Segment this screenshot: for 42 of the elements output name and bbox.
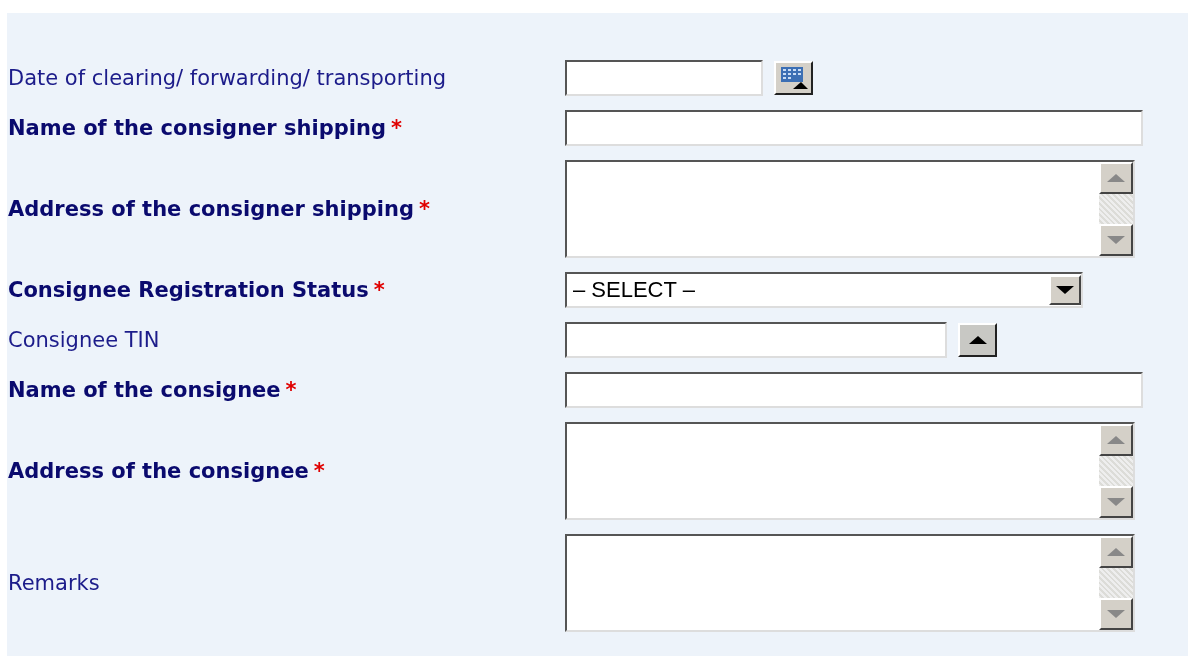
down-arrow-icon: [1107, 610, 1125, 618]
date-input[interactable]: [565, 60, 763, 96]
dropdown-button[interactable]: [1049, 275, 1081, 305]
field-label: Date of clearing/ forwarding/ transporting: [8, 66, 447, 90]
down-arrow-icon: [1056, 286, 1074, 294]
textarea-field[interactable]: [565, 160, 1135, 258]
textarea-field[interactable]: [565, 422, 1135, 520]
scrollbar[interactable]: [1099, 424, 1133, 518]
required-mark: *: [418, 197, 430, 221]
required-mark: *: [390, 116, 402, 140]
scroll-up-button[interactable]: [1099, 162, 1133, 194]
calendar-button[interactable]: [774, 61, 813, 95]
field-label: Remarks: [8, 571, 100, 595]
scrollbar[interactable]: [1099, 536, 1133, 630]
up-arrow-icon: [1107, 436, 1125, 444]
text-input[interactable]: [565, 110, 1143, 146]
scroll-up-button[interactable]: [1099, 424, 1133, 456]
up-arrow-icon: [1107, 548, 1125, 556]
up-arrow-icon: [968, 336, 987, 344]
textarea-field[interactable]: [565, 534, 1135, 632]
required-mark: *: [285, 378, 297, 402]
required-mark: *: [373, 278, 385, 302]
calendar-icon: [778, 65, 809, 91]
field-label: Consignee TIN: [8, 328, 160, 352]
down-arrow-icon: [1107, 498, 1125, 506]
scroll-down-button[interactable]: [1099, 598, 1133, 630]
scroll-down-button[interactable]: [1099, 486, 1133, 518]
field-label: Address of the consignee: [8, 459, 309, 483]
field-label: Name of the consigner shipping: [8, 116, 386, 140]
field-label: Name of the consignee: [8, 378, 281, 402]
scroll-down-button[interactable]: [1099, 224, 1133, 256]
field-label: Address of the consigner shipping: [8, 197, 414, 221]
required-mark: *: [313, 459, 325, 483]
dropdown[interactable]: – SELECT –: [565, 272, 1083, 308]
scroll-up-button[interactable]: [1099, 536, 1133, 568]
scrollbar[interactable]: [1099, 162, 1133, 256]
text-input[interactable]: [565, 322, 947, 358]
down-arrow-icon: [1107, 236, 1125, 244]
field-label: Consignee Registration Status: [8, 278, 369, 302]
text-input[interactable]: [565, 372, 1143, 408]
up-arrow-icon: [1107, 174, 1125, 182]
lookup-button[interactable]: [958, 323, 997, 357]
